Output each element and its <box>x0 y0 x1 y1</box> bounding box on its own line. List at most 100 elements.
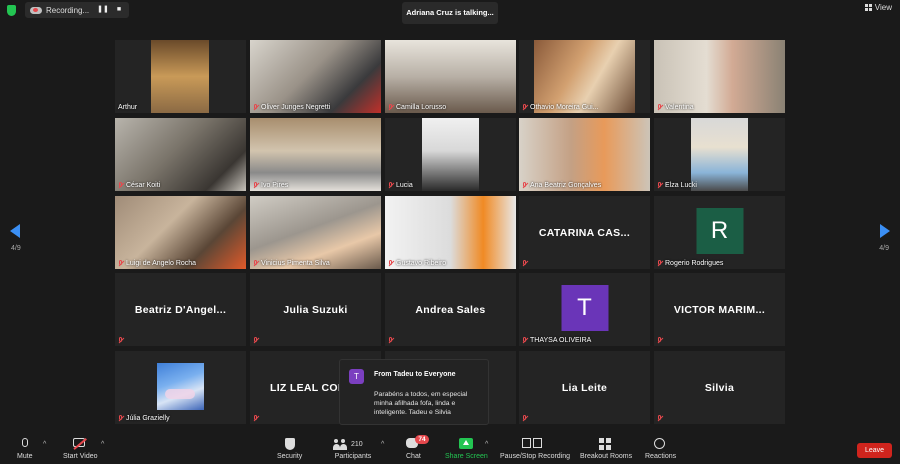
recording-label: Recording... <box>46 5 90 15</box>
participant-name: THAYSA OLIVEIRA <box>522 337 591 344</box>
participant-tile[interactable]: Luigi de Angelo Rocha <box>115 196 246 269</box>
shield-icon <box>284 438 295 450</box>
participant-name: Oliver Junges Negretti <box>253 104 330 111</box>
participant-tile[interactable]: Oliver Junges Negretti <box>250 40 381 113</box>
breakout-rooms-icon <box>599 438 612 450</box>
participant-tile[interactable]: Ivo Pires <box>250 118 381 191</box>
participant-tile[interactable]: VICTOR MARIM... <box>654 273 785 346</box>
share-options-chevron-icon[interactable]: ^ <box>485 441 488 448</box>
encryption-shield-icon[interactable] <box>7 5 16 16</box>
participant-name: Camilla Lorusso <box>388 104 446 111</box>
muted-mic-icon <box>388 337 394 344</box>
participant-video <box>250 118 381 191</box>
participant-tile[interactable]: CATARINA CAS... <box>519 196 650 269</box>
participant-tile[interactable]: César Koiti <box>115 118 246 191</box>
participant-display-name: Silvia <box>704 381 735 394</box>
next-page-arrow-icon[interactable] <box>880 224 890 238</box>
participant-tile[interactable]: Beatriz D'Angel... <box>115 273 246 346</box>
smiley-icon <box>653 438 665 449</box>
participant-tile[interactable]: Arthur <box>115 40 246 113</box>
participant-tile[interactable]: R Rogerio Rodrigues <box>654 196 785 269</box>
participant-tile[interactable]: Gustavo Ribeiro <box>385 196 516 269</box>
breakout-rooms-button[interactable]: Breakout Rooms <box>580 438 632 460</box>
participant-video <box>534 40 635 113</box>
view-button[interactable]: View <box>864 3 892 12</box>
muted-mic-icon <box>388 260 394 267</box>
muted-mic-icon <box>118 415 124 422</box>
chat-sender: From Tadeu to Everyone <box>374 371 456 378</box>
participant-name <box>522 415 528 422</box>
view-label: View <box>874 3 892 12</box>
previous-page-arrow-icon[interactable] <box>10 224 20 238</box>
participant-tile[interactable]: Andrea Sales <box>385 273 516 346</box>
participants-button[interactable]: 210 Participants <box>333 438 373 460</box>
participant-video <box>250 196 381 269</box>
mute-button[interactable]: Mute <box>17 438 33 460</box>
participant-video <box>422 118 479 191</box>
muted-mic-icon <box>253 260 259 267</box>
reactions-button[interactable]: Reactions <box>645 438 676 460</box>
active-speaker-banner: Adriana Cruz is talking... <box>402 2 498 24</box>
participant-tile[interactable]: Júlia Grazielly <box>115 351 246 424</box>
participant-tile[interactable]: Elza Lucki <box>654 118 785 191</box>
participant-video <box>115 118 246 191</box>
participant-name: Ivo Pires <box>253 182 288 189</box>
chat-button[interactable]: 74 Chat <box>406 435 429 460</box>
participant-video <box>151 40 209 113</box>
participant-tile[interactable]: Ana Beatriz Gonçalves <box>519 118 650 191</box>
participant-display-name: Julia Suzuki <box>283 303 348 316</box>
participant-tile[interactable]: Lia Leite <box>519 351 650 424</box>
muted-mic-icon <box>522 104 528 111</box>
participant-tile[interactable]: Vinicius Pimenta Silva <box>250 196 381 269</box>
participant-display-name: CATARINA CAS... <box>538 226 631 239</box>
share-screen-button[interactable]: Share Screen <box>445 438 488 460</box>
participant-display-name: VICTOR MARIM... <box>673 303 766 316</box>
participant-video <box>115 196 246 269</box>
muted-mic-icon <box>657 415 663 422</box>
participant-video <box>250 40 381 113</box>
participant-tile[interactable]: Silvia <box>654 351 785 424</box>
participant-name: Valentina <box>657 104 694 111</box>
page-indicator-left: 4/9 <box>11 245 21 252</box>
participant-video <box>691 118 748 191</box>
participant-name: Gustavo Ribeiro <box>388 260 446 267</box>
participant-name <box>522 260 528 267</box>
chat-message: Parabéns a todos, em especial minha afil… <box>374 391 468 416</box>
muted-mic-icon <box>657 337 663 344</box>
avatar: T <box>561 285 608 332</box>
participant-tile[interactable]: Julia Suzuki <box>250 273 381 346</box>
pause-recording-icon[interactable]: ❚❚ <box>97 5 109 15</box>
participant-tile[interactable]: Lucia <box>385 118 516 191</box>
participants-icon <box>333 438 347 450</box>
participant-name <box>657 337 663 344</box>
stop-recording-icon[interactable]: ■ <box>113 5 125 15</box>
participant-tile[interactable]: T THAYSA OLIVEIRA <box>519 273 650 346</box>
participant-name: César Koiti <box>118 182 160 189</box>
muted-mic-icon <box>522 182 528 189</box>
participant-name: Júlia Grazielly <box>118 415 170 422</box>
video-options-chevron-icon[interactable]: ^ <box>101 441 104 448</box>
participant-tile[interactable]: Othavio Moreira Gui... <box>519 40 650 113</box>
start-video-button[interactable]: Start Video <box>63 438 98 460</box>
top-bar: Recording... ❚❚ ■ Adriana Cruz is talkin… <box>0 0 900 24</box>
muted-mic-icon <box>657 182 663 189</box>
participant-tile[interactable]: Camilla Lorusso <box>385 40 516 113</box>
participant-name <box>388 337 394 344</box>
participant-name <box>253 415 259 422</box>
security-button[interactable]: Security <box>277 438 302 460</box>
participant-name: Othavio Moreira Gui... <box>522 104 598 111</box>
pause-stop-icon <box>522 438 548 448</box>
audio-options-chevron-icon[interactable]: ^ <box>43 441 46 448</box>
participant-name <box>118 337 124 344</box>
participant-name: Vinicius Pimenta Silva <box>253 260 330 267</box>
participant-tile[interactable]: Valentina <box>654 40 785 113</box>
chat-notification-popup[interactable]: T From Tadeu to Everyone Parabéns a todo… <box>339 359 489 425</box>
unread-chat-badge: 74 <box>415 435 429 444</box>
participant-name: Luigi de Angelo Rocha <box>118 260 196 267</box>
pause-stop-recording-button[interactable]: Pause/Stop Recording <box>500 438 570 460</box>
participants-options-chevron-icon[interactable]: ^ <box>381 441 384 448</box>
participant-name <box>253 337 259 344</box>
muted-mic-icon <box>253 182 259 189</box>
microphone-icon <box>21 438 28 447</box>
leave-button[interactable]: Leave <box>857 443 892 458</box>
